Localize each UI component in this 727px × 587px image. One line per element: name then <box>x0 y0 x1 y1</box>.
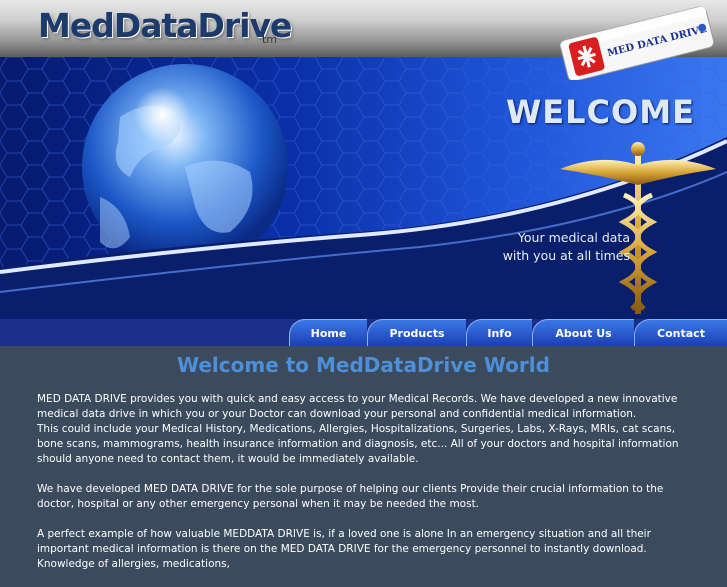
hero-tagline: Your medical data with you at all times <box>440 229 630 265</box>
main-content: Welcome to MedDataDrive World MED DATA D… <box>0 346 727 570</box>
hero-banner: WELCOME Your medical data with you at al… <box>0 57 727 319</box>
welcome-banner-text: WELCOME <box>506 93 695 131</box>
trademark-mark: tm <box>262 33 278 46</box>
paragraph-purpose: We have developed MED DATA DRIVE for the… <box>37 483 664 510</box>
nav-contact[interactable]: Contact <box>634 319 727 346</box>
nav-home[interactable]: Home <box>289 319 367 346</box>
tagline-line-1: Your medical data <box>517 230 630 245</box>
main-navigation: Home Products Info About Us Contact <box>0 319 727 346</box>
nav-about-us[interactable]: About Us <box>532 319 634 346</box>
site-logo[interactable]: MedDataDrive <box>38 6 292 45</box>
nav-products[interactable]: Products <box>367 319 466 346</box>
light-flare <box>134 87 190 143</box>
paragraph-details: This could include your Medical History,… <box>37 423 679 465</box>
tagline-line-2: with you at all times <box>502 248 630 263</box>
usb-drive-image: MED DATA DRIVE <box>560 6 715 80</box>
nav-info[interactable]: Info <box>466 319 532 346</box>
page-title: Welcome to MedDataDrive World <box>177 353 550 377</box>
paragraph-intro: MED DATA DRIVE provides you with quick a… <box>37 393 678 420</box>
paragraph-example: A perfect example of how valuable MEDDAT… <box>37 528 651 570</box>
article-body: MED DATA DRIVE provides you with quick a… <box>37 392 697 587</box>
